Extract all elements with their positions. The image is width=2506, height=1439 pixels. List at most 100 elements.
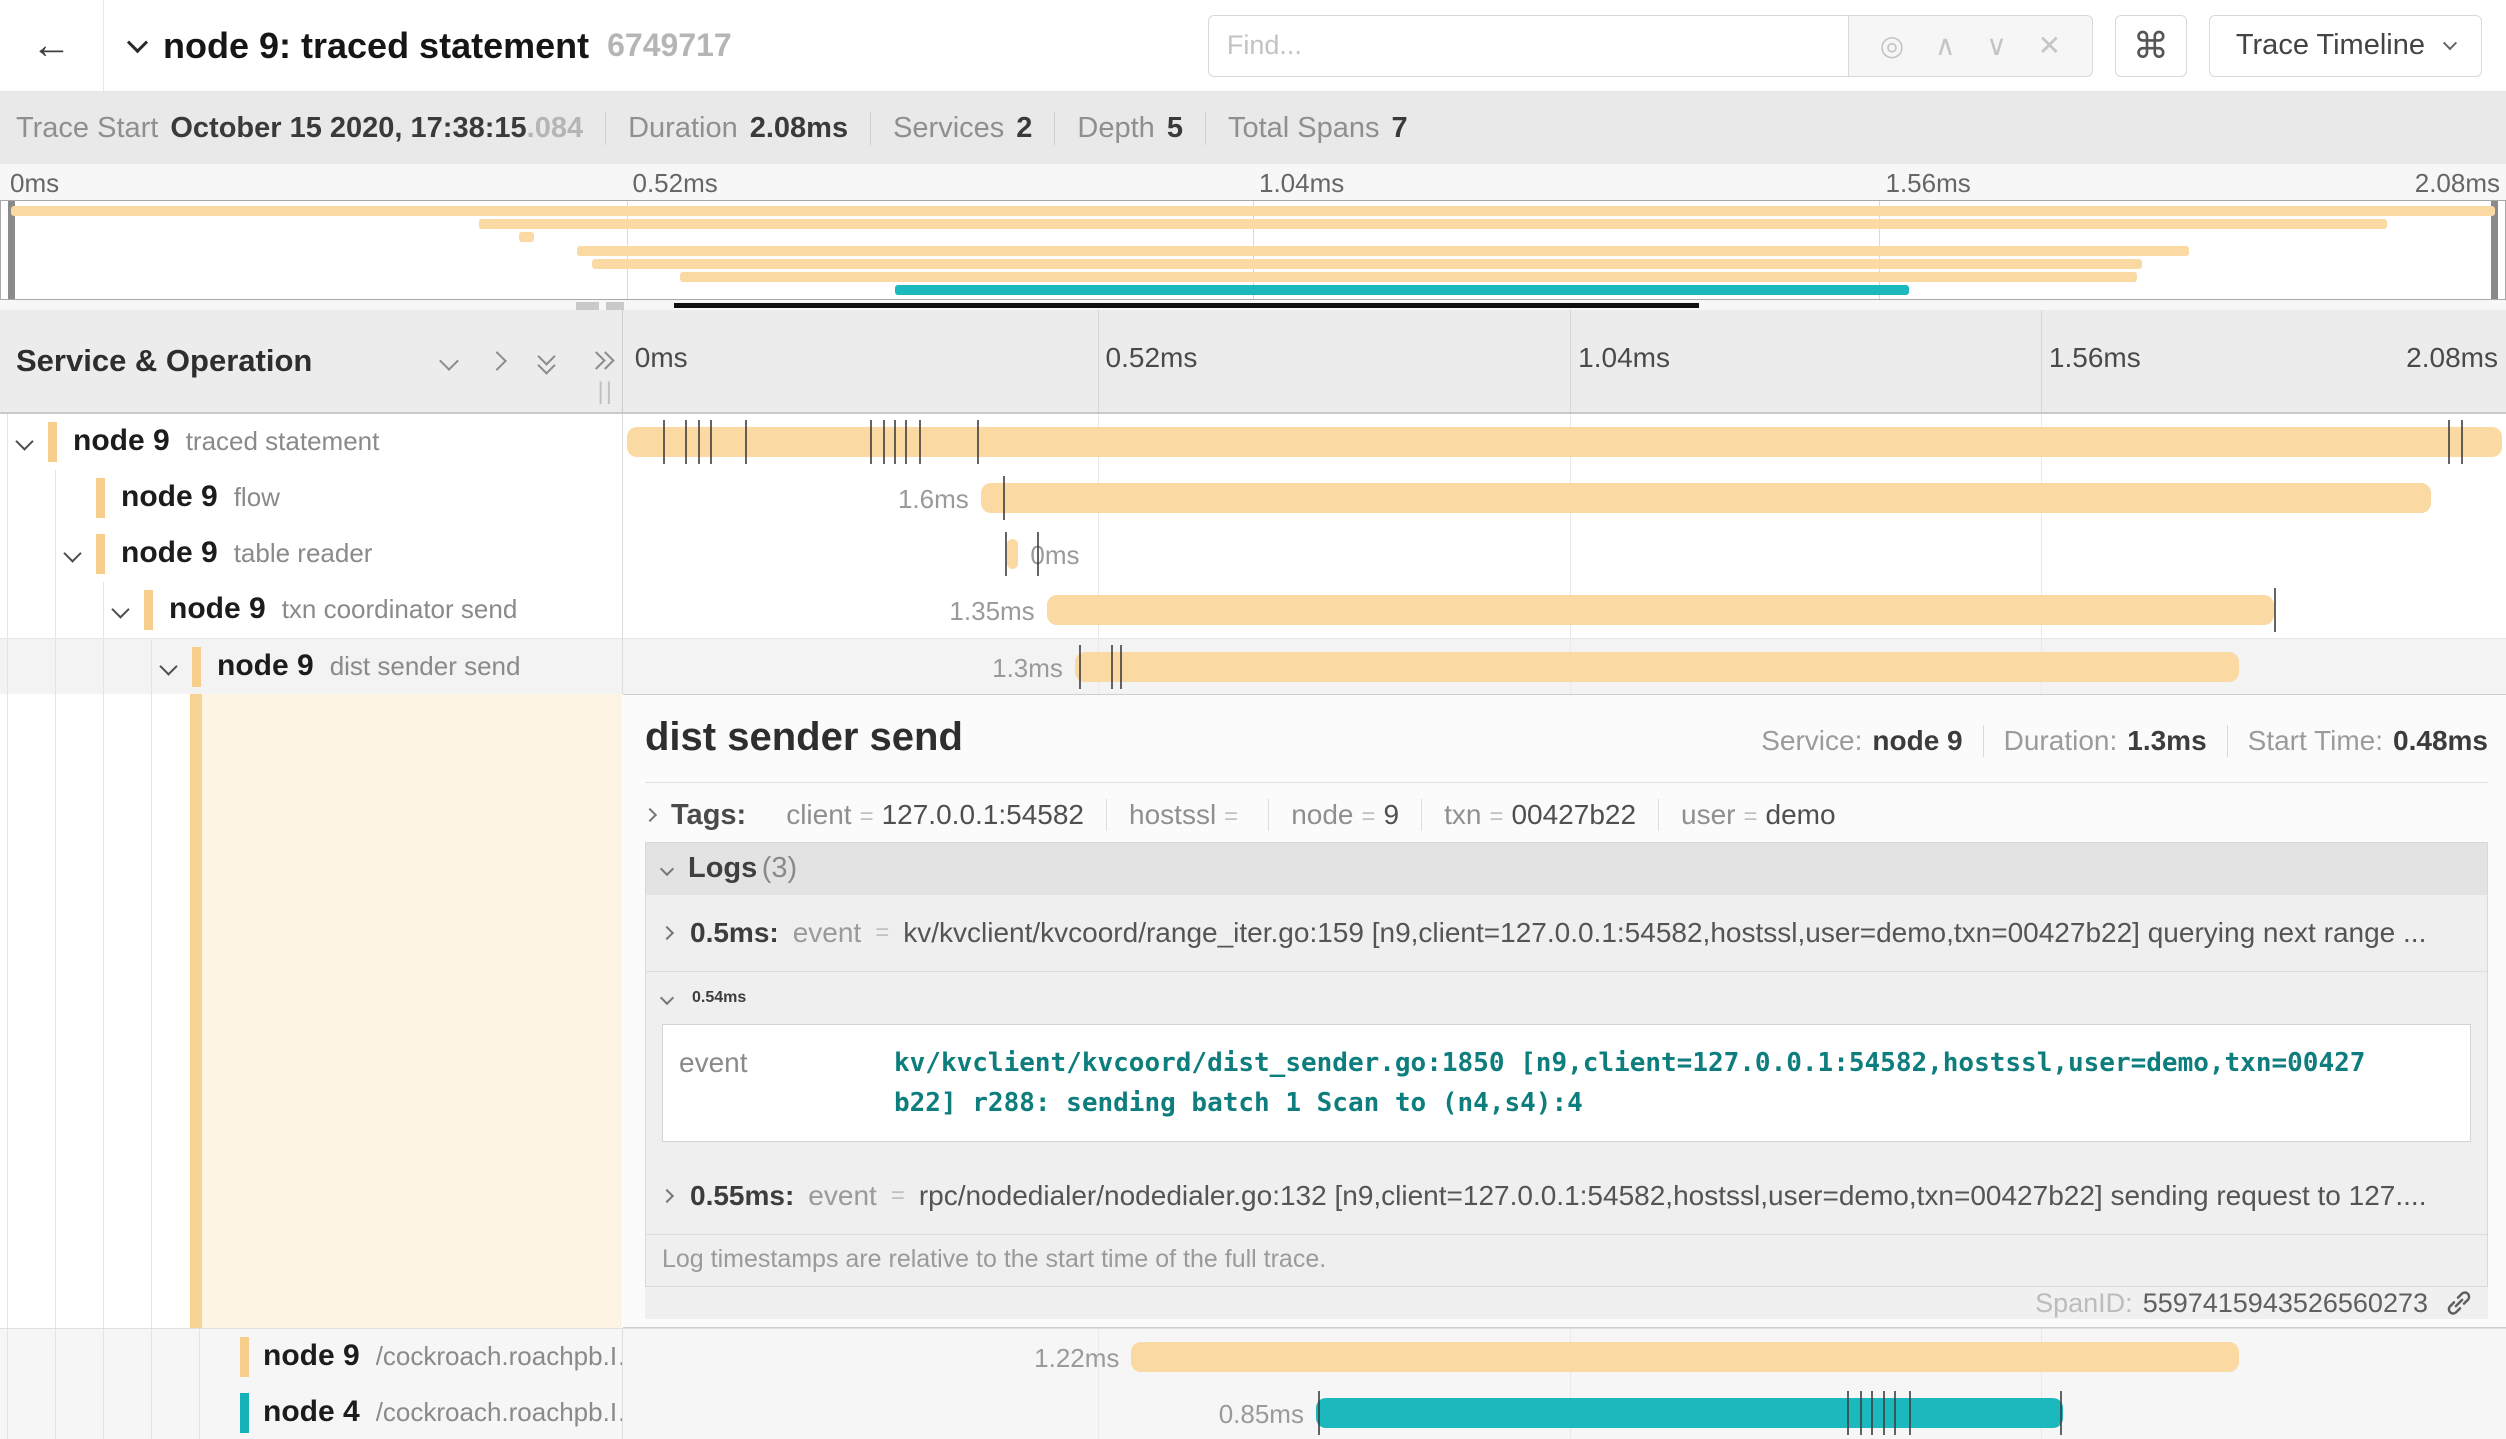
span-bar-cell[interactable]: 0ms bbox=[623, 526, 2506, 582]
span-name-cell[interactable]: node 4/cockroach.roachpb.I… bbox=[0, 1385, 622, 1439]
span-bar[interactable] bbox=[1316, 1398, 2064, 1428]
log-marker-tick[interactable] bbox=[1860, 1391, 1862, 1435]
log-marker-tick[interactable] bbox=[685, 420, 687, 464]
collapse-logs-chevron-icon[interactable] bbox=[660, 862, 674, 876]
span-row-node4-roachpb[interactable]: node 4/cockroach.roachpb.I… 0.85ms bbox=[0, 1385, 2506, 1439]
span-bar-cell[interactable]: 1.6ms bbox=[623, 470, 2506, 526]
collapse-log-chevron-icon[interactable] bbox=[660, 991, 674, 1005]
log-marker-tick[interactable] bbox=[710, 420, 712, 464]
log-marker-tick[interactable] bbox=[905, 420, 907, 464]
summary-value: 2.08ms bbox=[750, 112, 848, 145]
span-bar-cell[interactable]: 0.85ms bbox=[623, 1385, 2506, 1439]
scrollbar-grip[interactable] bbox=[576, 302, 599, 310]
log-marker-tick[interactable] bbox=[1894, 1391, 1896, 1435]
scrollbar-thumb[interactable] bbox=[674, 303, 1699, 308]
span-bar[interactable] bbox=[1047, 595, 2275, 625]
collapse-chevron-icon[interactable] bbox=[111, 600, 129, 618]
span-bar[interactable] bbox=[1075, 652, 2239, 682]
log-marker-tick[interactable] bbox=[1037, 532, 1039, 576]
expand-one-icon[interactable] bbox=[487, 351, 507, 371]
minimap-scrollbar[interactable] bbox=[0, 302, 2506, 310]
tags-row[interactable]: Tags: client=127.0.0.1:54582hostssl=node… bbox=[645, 799, 2488, 832]
view-select-dropdown[interactable]: Trace Timeline bbox=[2209, 15, 2482, 77]
find-input[interactable] bbox=[1208, 15, 1848, 77]
log-marker-tick[interactable] bbox=[2461, 420, 2463, 464]
log-marker-tick[interactable] bbox=[2060, 1391, 2062, 1435]
timeline-tick: 1.04ms bbox=[1578, 342, 1670, 374]
gridline bbox=[1098, 526, 1099, 582]
collapse-chevron-icon[interactable] bbox=[63, 544, 81, 562]
span-bar-cell[interactable] bbox=[623, 414, 2506, 470]
log-marker-tick[interactable] bbox=[1079, 645, 1081, 689]
scrollbar-grip[interactable] bbox=[606, 302, 624, 310]
span-row-dist-sender-send[interactable]: node 9dist sender send 1.3ms bbox=[0, 638, 2506, 694]
log-marker-tick[interactable] bbox=[977, 420, 979, 464]
span-name-cell[interactable]: node 9traced statement bbox=[0, 414, 622, 470]
log-marker-tick[interactable] bbox=[919, 420, 921, 464]
log-marker-tick[interactable] bbox=[1120, 645, 1122, 689]
span-row-flow[interactable]: node 9flow 1.6ms bbox=[0, 470, 2506, 526]
expand-log-chevron-icon[interactable] bbox=[660, 926, 674, 940]
log-row-1[interactable]: 0.5ms: event = kv/kvclient/kvcoord/range… bbox=[646, 895, 2487, 971]
collapse-chevron-icon[interactable] bbox=[159, 657, 177, 675]
log-row-3[interactable]: 0.55ms: event = rpc/nodedialer/nodediale… bbox=[646, 1158, 2487, 1234]
log-marker-tick[interactable] bbox=[1909, 1391, 1911, 1435]
column-resizer-handle[interactable]: || bbox=[598, 378, 614, 406]
log-marker-tick[interactable] bbox=[698, 420, 700, 464]
span-name-cell[interactable]: node 9txn coordinator send bbox=[0, 582, 622, 638]
logs-header[interactable]: Logs (3) bbox=[646, 843, 2487, 895]
span-bar[interactable] bbox=[1007, 539, 1018, 569]
tag-key: node bbox=[1291, 799, 1353, 831]
log-marker-tick[interactable] bbox=[894, 420, 896, 464]
span-row-node9-roachpb[interactable]: node 9/cockroach.roachpb.I… 1.22ms bbox=[0, 1329, 2506, 1385]
collapse-one-icon[interactable] bbox=[439, 351, 459, 371]
locate-icon[interactable]: ◎ bbox=[1880, 29, 1904, 62]
span-bar[interactable] bbox=[1131, 1342, 2238, 1372]
span-bar[interactable] bbox=[981, 483, 2431, 513]
tag-item: txn=00427b22 bbox=[1421, 799, 1658, 831]
prev-match-icon[interactable]: ∧ bbox=[1935, 29, 1956, 62]
timeline-tick: 0ms bbox=[635, 342, 688, 374]
minimap-canvas[interactable] bbox=[0, 200, 2506, 300]
log-row-2-expanded: 0.54ms event kv/kvclient/kvcoord/dist_se… bbox=[646, 971, 2487, 1143]
span-name-cell[interactable]: node 9/cockroach.roachpb.I… bbox=[0, 1329, 622, 1385]
span-bar-cell[interactable]: 1.35ms bbox=[623, 582, 2506, 638]
log-marker-tick[interactable] bbox=[1005, 532, 1007, 576]
log-marker-tick[interactable] bbox=[1318, 1391, 1320, 1435]
log-marker-tick[interactable] bbox=[1847, 1391, 1849, 1435]
span-bar[interactable] bbox=[627, 427, 2502, 457]
next-match-icon[interactable]: ∨ bbox=[1986, 29, 2007, 62]
span-name-cell[interactable]: node 9flow bbox=[0, 470, 622, 526]
expand-log-chevron-icon[interactable] bbox=[660, 1189, 674, 1203]
collapse-chevron-icon[interactable] bbox=[15, 432, 33, 450]
span-bar-cell[interactable]: 1.3ms bbox=[623, 639, 2506, 694]
log-marker-tick[interactable] bbox=[663, 420, 665, 464]
log-marker-tick[interactable] bbox=[2274, 588, 2276, 632]
log-marker-tick[interactable] bbox=[2448, 420, 2450, 464]
span-row-traced-statement[interactable]: node 9traced statement bbox=[0, 414, 2506, 470]
expand-tags-chevron-icon[interactable] bbox=[643, 808, 657, 822]
log-marker-tick[interactable] bbox=[1871, 1391, 1873, 1435]
log-marker-tick[interactable] bbox=[745, 420, 747, 464]
log-marker-tick[interactable] bbox=[1111, 645, 1113, 689]
span-name-cell[interactable]: node 9table reader bbox=[0, 526, 622, 582]
span-row-table-reader[interactable]: node 9table reader 0ms bbox=[0, 526, 2506, 582]
log-marker-tick[interactable] bbox=[883, 420, 885, 464]
log-row-2-header[interactable]: 0.54ms bbox=[646, 972, 2487, 1024]
summary-duration: Duration 2.08ms bbox=[605, 112, 870, 145]
gridline bbox=[1098, 310, 1099, 412]
span-duration-label: 1.22ms bbox=[1022, 1343, 1131, 1374]
collapse-all-icon[interactable] bbox=[538, 350, 556, 372]
span-bar-cell[interactable]: 1.22ms bbox=[623, 1329, 2506, 1385]
log-marker-tick[interactable] bbox=[870, 420, 872, 464]
back-button[interactable]: ← bbox=[0, 0, 104, 91]
expand-all-icon[interactable] bbox=[590, 350, 608, 372]
span-name-cell[interactable]: node 9dist sender send bbox=[0, 639, 622, 694]
copy-link-icon[interactable] bbox=[2444, 1288, 2474, 1318]
clear-search-icon[interactable]: ✕ bbox=[2038, 29, 2061, 62]
keyboard-shortcuts-button[interactable]: ⌘ bbox=[2115, 15, 2187, 77]
log-marker-tick[interactable] bbox=[1883, 1391, 1885, 1435]
collapse-trace-chevron-icon[interactable] bbox=[127, 32, 148, 53]
span-row-txn-coordinator-send[interactable]: node 9txn coordinator send 1.35ms bbox=[0, 582, 2506, 638]
log-marker-tick[interactable] bbox=[1003, 476, 1005, 520]
